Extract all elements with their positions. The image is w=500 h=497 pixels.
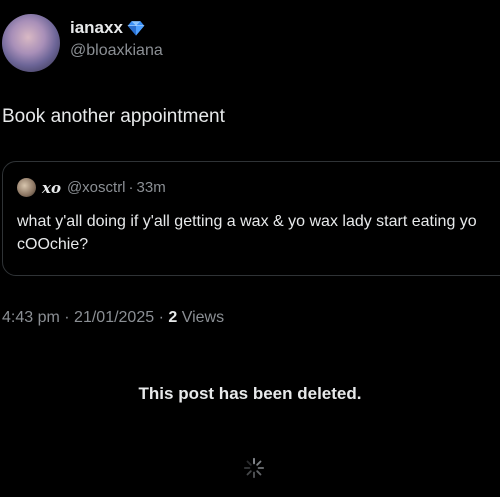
views-label: Views — [181, 309, 225, 326]
author-info: ianaxx @bloaxkiana — [70, 16, 163, 60]
diamond-verified-icon — [127, 21, 145, 36]
quoted-author-display-name: xo — [42, 178, 61, 197]
separator-dot: · — [64, 309, 70, 326]
author-avatar[interactable] — [2, 14, 60, 72]
quoted-author-avatar — [17, 178, 36, 197]
separator-dot: · — [128, 179, 134, 196]
quoted-post-header: xo @xosctrl · 33m — [17, 178, 166, 197]
views-count: 2 — [168, 309, 178, 326]
author-handle[interactable]: @bloaxkiana — [70, 42, 163, 60]
post-time[interactable]: 4:43 pm — [2, 309, 60, 326]
author-display-name[interactable]: ianaxx — [70, 18, 123, 38]
loading-spinner-icon — [243, 457, 265, 479]
quoted-author-handle: @xosctrl — [66, 179, 126, 196]
post-date[interactable]: 21/01/2025 — [74, 309, 154, 326]
quoted-post-text: what y'all doing if y'all getting a wax … — [17, 213, 477, 253]
post-meta: 4:43 pm · 21/01/2025 · 2 Views — [2, 309, 224, 327]
quoted-post-time: 33m — [136, 179, 166, 196]
separator-dot: · — [158, 309, 164, 326]
quoted-post-card[interactable]: xo @xosctrl · 33m what y'all doing if y'… — [2, 161, 500, 276]
deleted-post-notice: This post has been deleted. — [138, 384, 362, 403]
post-text: Book another appointment — [2, 106, 225, 127]
author-name-row: ianaxx — [70, 16, 163, 40]
